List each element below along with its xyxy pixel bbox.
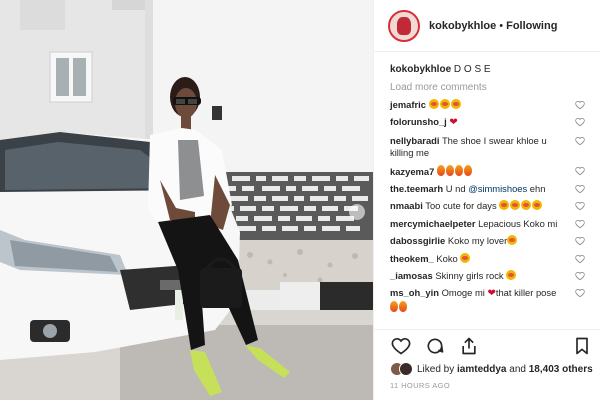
- comment-text-after: that killer pose: [495, 287, 557, 299]
- emoji-smile-icon: [521, 200, 532, 211]
- comment-item: _iamosas Skinny girls rock: [390, 270, 587, 282]
- comment-username[interactable]: folorunsho_j: [390, 116, 447, 127]
- comment-item: mercymichaelpeter Lepacious Koko mi: [390, 218, 587, 230]
- emoji-grin-icon: [506, 270, 517, 281]
- emoji-hearteyes-icon: [460, 252, 471, 263]
- comment-like-heart-icon[interactable]: [575, 271, 585, 281]
- photo-illustration: [0, 0, 373, 400]
- emoji-hearteyes-icon: [499, 200, 510, 211]
- comment-like-heart-icon[interactable]: [575, 117, 585, 127]
- comment-like-heart-icon[interactable]: [575, 236, 585, 246]
- comment-username[interactable]: ms_oh_yin: [390, 287, 439, 298]
- comment-username[interactable]: nmaabi: [390, 200, 423, 211]
- comment-username[interactable]: mercymichaelpeter: [390, 218, 475, 229]
- comment-like-heart-icon[interactable]: [575, 166, 585, 176]
- fire-icon: [399, 300, 407, 312]
- caption-text: D O S E: [453, 64, 491, 75]
- fire-icon: [445, 164, 454, 176]
- comment-item: dabossgirlie Koko my lover: [390, 235, 587, 247]
- comment-username[interactable]: nellybaradi: [390, 135, 440, 146]
- emoji-hearteyes-icon: [507, 235, 518, 246]
- comment-like-heart-icon[interactable]: [575, 184, 585, 194]
- post-timestamp[interactable]: 11 HOURS AGO: [390, 381, 450, 390]
- caption-username[interactable]: kokobykhloe: [390, 64, 451, 75]
- comment-username[interactable]: theokem_: [390, 253, 434, 264]
- comment-text: Koko my lover: [447, 235, 508, 247]
- comment-item: kazyema7: [390, 164, 587, 178]
- likes-joiner: and: [509, 363, 526, 375]
- heart-outline-icon[interactable]: [390, 335, 412, 357]
- following-button[interactable]: Following: [506, 20, 557, 32]
- comment-username[interactable]: _iamosas: [390, 270, 433, 281]
- likes-count[interactable]: 18,403 others: [529, 364, 593, 375]
- comment-item: nmaabi Too cute for days: [390, 200, 587, 212]
- comment-item: nellybaradi The shoe I swear khloe u kil…: [390, 135, 587, 160]
- red-heart-icon: ❤: [487, 288, 496, 300]
- comment-like-heart-icon[interactable]: [575, 100, 585, 110]
- liker-username[interactable]: iamteddya: [457, 364, 506, 375]
- post-header: kokobykhloe • Following: [374, 0, 600, 52]
- share-upload-icon[interactable]: [458, 335, 480, 357]
- comment-like-heart-icon[interactable]: [575, 201, 585, 211]
- comment-text: Lepacious Koko mi: [478, 217, 558, 229]
- comment-text: Skinny girls rock: [435, 270, 504, 282]
- comment-text: Too cute for days: [425, 200, 497, 212]
- emoji-grin-icon: [439, 99, 450, 109]
- comment-like-heart-icon[interactable]: [575, 136, 585, 146]
- emoji-grin-icon: [428, 99, 439, 109]
- comments-list[interactable]: kokobykhloe D O S E Load more comments j…: [374, 55, 600, 329]
- post-side-panel: kokobykhloe • Following kokobykhloe D O …: [373, 0, 600, 400]
- fire-icon: [436, 164, 445, 176]
- fire-icon: [454, 164, 463, 176]
- fire-icon: [463, 164, 472, 176]
- likes-prefix: Liked by: [417, 363, 455, 375]
- emoji-smile-icon: [450, 99, 461, 109]
- post-actions-bar: [374, 329, 600, 361]
- comment-text: Koko: [436, 252, 458, 264]
- comment-like-heart-icon[interactable]: [575, 254, 585, 264]
- comment-text-after: ehn: [527, 183, 546, 195]
- comment-item: theokem_ Koko: [390, 252, 587, 265]
- header-separator: •: [499, 19, 504, 32]
- comment-like-heart-icon[interactable]: [575, 219, 585, 229]
- liker-avatar[interactable]: [399, 362, 413, 376]
- post-photo[interactable]: [0, 0, 373, 400]
- load-more-comments-button[interactable]: Load more comments: [390, 82, 587, 93]
- comment-text: Omoge mi: [441, 287, 485, 299]
- comment-item: ms_oh_yin Omoge mi ❤that killer pose: [390, 287, 587, 314]
- comment-username[interactable]: dabossgirlie: [390, 235, 445, 246]
- comment-username[interactable]: kazyema7: [390, 166, 434, 177]
- red-heart-icon: ❤: [449, 117, 458, 129]
- fire-icon: [390, 300, 398, 312]
- comment-username[interactable]: jemafric: [390, 99, 426, 110]
- likes-text: Liked by iamteddya and 18,403 others: [417, 364, 593, 375]
- post-author-username[interactable]: kokobykhloe: [429, 20, 496, 32]
- bookmark-icon[interactable]: [571, 335, 593, 357]
- comment-item: jemafric: [390, 99, 587, 111]
- comment-text: U nd: [445, 183, 469, 195]
- post-caption: kokobykhloe D O S E: [390, 63, 587, 76]
- emoji-hearteyes-icon: [510, 200, 521, 211]
- comment-item: the.teemarh U nd @simmishoes ehn: [390, 183, 587, 195]
- comment-bubble-icon[interactable]: [424, 335, 446, 357]
- likes-summary: Liked by iamteddya and 18,403 others: [390, 361, 595, 377]
- emoji-smile-icon: [532, 200, 543, 211]
- comment-item: folorunsho_j ❤: [390, 116, 587, 129]
- comment-username[interactable]: the.teemarh: [390, 183, 443, 194]
- mention-link[interactable]: @simmishoes: [468, 183, 527, 194]
- comment-like-heart-icon[interactable]: [575, 288, 585, 298]
- avatar[interactable]: [388, 9, 420, 42]
